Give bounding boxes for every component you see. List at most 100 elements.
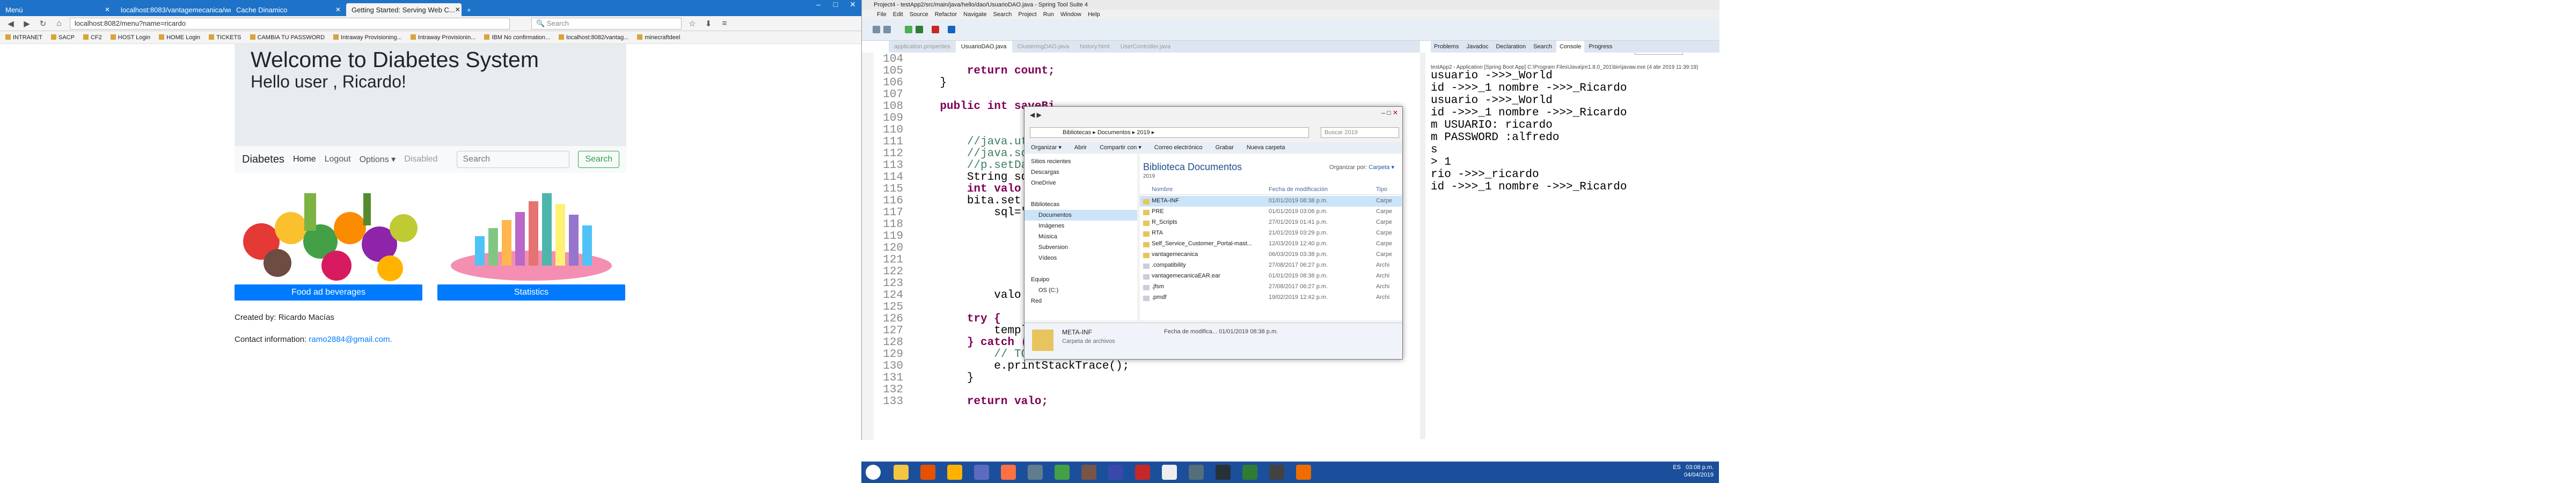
contact-email-link[interactable]: ramo2884@gmail.com. — [309, 335, 392, 344]
file-row[interactable]: .jfsm 27/08/2017 06:27 p.m. Archi — [1140, 282, 1402, 292]
bookmark-star-icon[interactable]: ☆ — [687, 19, 698, 28]
editor-scrollbar[interactable] — [1420, 53, 1425, 439]
explorer-command[interactable]: Correo electrónico — [1154, 142, 1203, 153]
explorer-address-bar[interactable]: Bibliotecas ▸ Documentos ▸ 2019 ▸ — [1030, 127, 1309, 138]
back-icon[interactable]: ◀ — [5, 19, 16, 28]
app7-icon[interactable] — [1242, 465, 1257, 480]
tree-item[interactable]: Subversion — [1024, 242, 1137, 253]
tree-item[interactable]: Imágenes — [1024, 221, 1137, 231]
explorer-command[interactable]: Grabar — [1216, 142, 1234, 153]
editor-tab[interactable]: application.properties — [889, 41, 956, 53]
stop-icon[interactable] — [932, 26, 939, 33]
bookmark-item[interactable]: HOST Login — [111, 34, 150, 41]
bookmark-item[interactable]: IBM No confirmation... — [484, 34, 550, 41]
maximize-icon[interactable]: □ — [1387, 109, 1391, 116]
search-icon[interactable] — [948, 26, 955, 33]
save-icon[interactable] — [883, 26, 891, 33]
bookmark-item[interactable]: CF2 — [83, 34, 102, 41]
col-type[interactable]: Tipo — [1376, 186, 1387, 193]
menu-item[interactable]: Navigate — [963, 10, 986, 19]
editor-tab[interactable]: UsuarioDAO.java — [955, 41, 1012, 53]
close-window-icon[interactable]: ✕ — [844, 0, 861, 12]
bookmark-item[interactable]: SACP — [51, 34, 75, 41]
bookmark-item[interactable]: HOME Login — [159, 34, 200, 41]
menu-item[interactable]: Source — [910, 10, 928, 19]
new-icon[interactable] — [873, 26, 880, 33]
bookmark-item[interactable]: Intraway Provisionin... — [411, 34, 476, 41]
language-indicator[interactable]: ES — [1673, 464, 1681, 471]
app-icon[interactable] — [974, 465, 989, 480]
explorer-command[interactable]: Compartir con ▾ — [1100, 142, 1141, 153]
forward-icon[interactable]: ▶ — [1037, 111, 1042, 119]
navbar-brand[interactable]: Diabetes — [242, 153, 284, 166]
console-output[interactable]: usuario ->>>_World id ->>>_1 nombre ->>>_… — [1431, 70, 1719, 231]
arrange-by[interactable]: Organizar por: Carpeta ▾ — [1329, 164, 1394, 171]
reload-icon[interactable]: ↻ — [38, 19, 48, 28]
col-name[interactable]: Nombre — [1152, 186, 1173, 193]
downloads-icon[interactable]: ⬇ — [703, 19, 714, 28]
browser-tab-getting-started[interactable]: Getting Started: Serving Web C... ✕ — [346, 3, 462, 16]
food-beverages-button[interactable]: Food ad beverages — [235, 284, 422, 301]
tree-item[interactable]: Red — [1024, 296, 1137, 306]
col-date[interactable]: Fecha de modificación — [1269, 186, 1328, 193]
home-icon[interactable]: ⌂ — [54, 19, 64, 28]
run-icon[interactable] — [905, 26, 912, 33]
file-row[interactable]: Self_Service_Customer_Portal-mast... 12/0… — [1140, 239, 1402, 250]
close-icon[interactable]: ✕ — [455, 6, 460, 13]
terminal-icon[interactable] — [1216, 465, 1231, 480]
explorer-icon[interactable] — [894, 465, 909, 480]
menu-item[interactable]: Refactor — [935, 10, 957, 19]
editor-tab[interactable]: history.html — [1074, 41, 1115, 53]
bookmark-item[interactable]: CAMBIA TU PASSWORD — [250, 34, 325, 41]
tree-item[interactable]: Sitios recientes — [1024, 156, 1137, 167]
explorer-search-input[interactable]: Buscar 2019 — [1321, 127, 1399, 138]
bookmark-item[interactable]: Intraway Provisioning... — [333, 34, 402, 41]
page-search-input[interactable]: Search — [457, 151, 570, 168]
file-row[interactable]: .compatibility 27/08/2017 06:27 p.m. Archi — [1140, 260, 1402, 271]
tree-item[interactable]: Documentos — [1024, 210, 1137, 221]
explorer-command[interactable]: Organizar ▾ — [1031, 142, 1062, 153]
app8-icon[interactable] — [1269, 465, 1284, 480]
url-bar[interactable]: localhost:8082/menu?name=ricardo — [70, 17, 510, 30]
bookmark-item[interactable]: minecraftdeel — [637, 34, 680, 41]
view-tab[interactable]: Javadoc — [1463, 41, 1491, 53]
app4-icon[interactable] — [1135, 465, 1150, 480]
page-search-button[interactable]: Search — [578, 151, 620, 168]
media-icon[interactable] — [920, 465, 935, 480]
chat-icon[interactable] — [947, 465, 962, 480]
file-row[interactable]: .pmdf 19/02/2019 12:42 p.m. Archi — [1140, 292, 1402, 303]
tree-item[interactable]: Bibliotecas — [1024, 199, 1137, 210]
app3-icon[interactable] — [1108, 465, 1123, 480]
bookmark-item[interactable]: localhost:8082/vantag... — [559, 34, 628, 41]
browser-tab-menu[interactable]: Menú ✕ — [0, 3, 115, 16]
explorer-command[interactable]: Abrir — [1074, 142, 1087, 153]
file-row[interactable]: vantagemecanicaEAR.ear 01/01/2019 08:38 p… — [1140, 271, 1402, 282]
tree-item[interactable]: Vídeos — [1024, 253, 1137, 264]
close-icon[interactable]: ✕ — [105, 6, 110, 13]
start-icon[interactable] — [866, 465, 881, 480]
close-window-icon[interactable]: ✕ — [1393, 109, 1398, 116]
ide-icon[interactable] — [1028, 465, 1043, 480]
firefox-icon[interactable] — [1001, 465, 1016, 480]
browser-tab-vantage[interactable]: localhost:8083/vantagemecanica/web...✕ — [115, 3, 231, 16]
arrange-value[interactable]: Carpeta ▾ — [1368, 164, 1394, 171]
tree-item[interactable]: Equipo — [1024, 274, 1137, 285]
app5-icon[interactable] — [1162, 465, 1177, 480]
close-icon[interactable]: ✕ — [335, 6, 341, 13]
nav-logout[interactable]: Logout — [325, 155, 351, 164]
view-tab[interactable]: Search — [1530, 41, 1555, 53]
vlc-icon[interactable] — [1296, 465, 1311, 480]
menu-item[interactable]: File — [877, 10, 887, 19]
maximize-icon[interactable]: □ — [827, 0, 844, 12]
minimize-icon[interactable]: – — [1381, 109, 1385, 116]
app2-icon[interactable] — [1081, 465, 1096, 480]
back-icon[interactable]: ◀ — [1030, 111, 1035, 119]
chrome-icon[interactable] — [1055, 465, 1070, 480]
bookmark-item[interactable]: INTRANET — [5, 34, 42, 41]
view-tab[interactable]: Progress — [1585, 41, 1615, 53]
statistics-button[interactable]: Statistics — [437, 284, 625, 301]
browser-tab-cache[interactable]: Cache Dinamico ✕ — [231, 3, 346, 16]
bookmark-item[interactable]: TICKETS — [209, 34, 241, 41]
file-row[interactable]: R_Scripts 27/01/2019 01:41 p.m. Carpe — [1140, 217, 1402, 228]
menu-item[interactable]: Search — [993, 10, 1012, 19]
